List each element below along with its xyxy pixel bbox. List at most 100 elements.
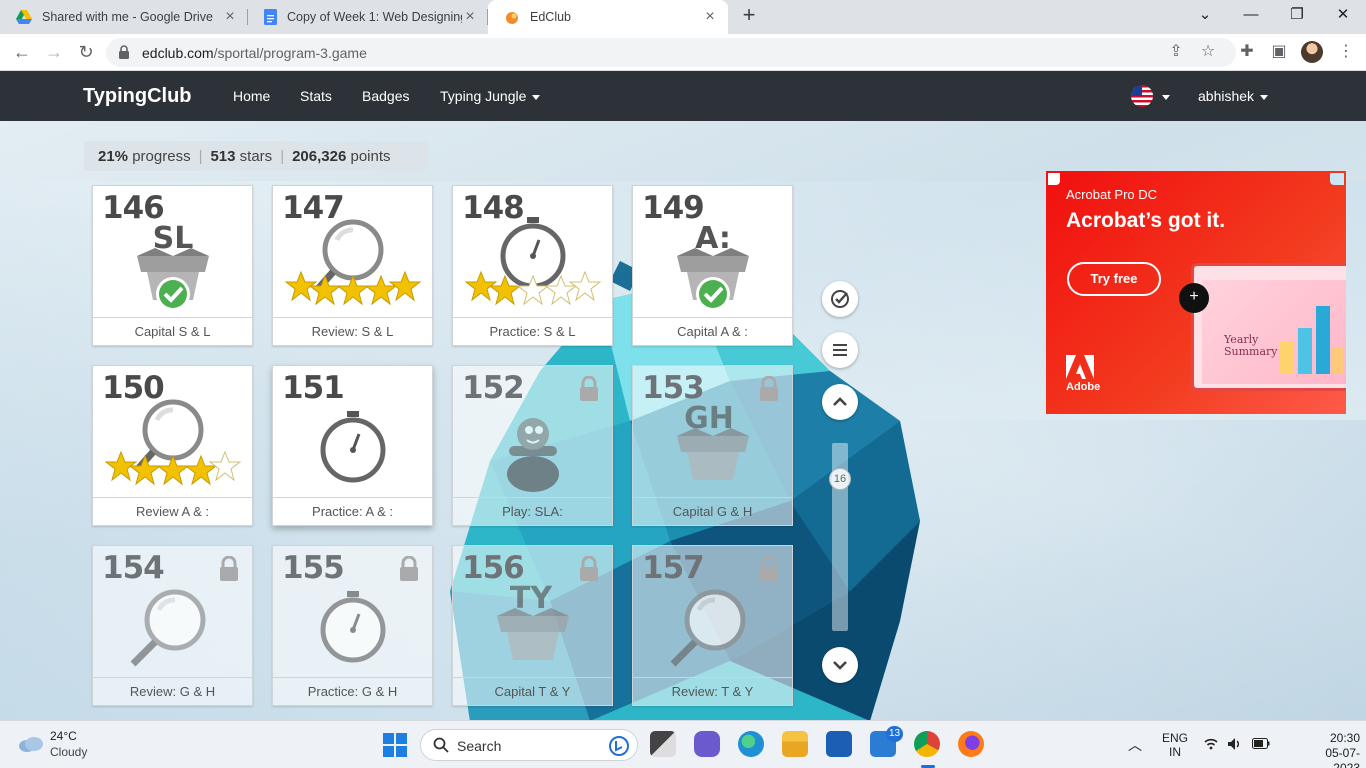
site-logo[interactable]: TypingClub	[83, 85, 192, 108]
bing-icon	[609, 736, 629, 756]
user-menu[interactable]: abhishek	[1198, 88, 1269, 104]
nav-badges[interactable]: Badges	[362, 88, 409, 104]
weather-widget[interactable]: 24°C Cloudy	[18, 729, 108, 761]
firefox-icon[interactable]	[958, 731, 984, 757]
nav-stats[interactable]: Stats	[300, 88, 332, 104]
scroll-up-button[interactable]	[822, 384, 858, 420]
tab-edclub[interactable]: EdClub ×	[488, 0, 728, 34]
new-tab-button[interactable]: +	[737, 4, 761, 28]
username: abhishek	[1198, 88, 1255, 104]
lesson-title: Review: G & H	[93, 677, 252, 705]
lesson-card-146[interactable]: 146 SL Capital S & L	[92, 185, 253, 346]
forward-button[interactable]: →	[41, 39, 67, 65]
box-icon: SL	[137, 221, 209, 311]
points-count: 206,326	[292, 147, 347, 165]
magnifier-stars-icon	[104, 399, 242, 486]
lesson-card-150[interactable]: 150 Review A & :	[92, 365, 253, 526]
scroll-thumb[interactable]: 16	[829, 468, 851, 490]
tab-web-designing[interactable]: Copy of Week 1: Web Designing ×	[248, 0, 488, 34]
site-header: TypingClub Home Stats Badges Typing Jung…	[0, 71, 1366, 121]
side-panel-icon[interactable]: ▣	[1266, 39, 1292, 65]
share-icon[interactable]: ⇪	[1163, 39, 1189, 65]
check-progress-button[interactable]	[822, 281, 858, 317]
back-button[interactable]: ←	[9, 39, 35, 65]
divider: |	[280, 147, 285, 165]
google-docs-icon	[264, 9, 277, 25]
profile-avatar[interactable]	[1301, 41, 1323, 63]
magnifier-icon	[670, 589, 746, 667]
language-dropdown[interactable]	[1156, 88, 1170, 104]
divider: |	[198, 147, 203, 165]
chevron-down-icon	[1162, 94, 1170, 100]
lesson-title: Review: S & L	[273, 317, 432, 345]
lesson-title: Practice: A & :	[273, 497, 432, 525]
main-area: 21% progress | 513 stars | 206,326 point…	[0, 121, 1366, 720]
chrome-icon[interactable]	[914, 731, 940, 757]
tab-google-drive[interactable]: Shared with me - Google Drive ×	[0, 0, 248, 34]
weather-condition: Cloudy	[50, 745, 88, 759]
bar-chart-icon	[1280, 306, 1344, 374]
ad-choices-icon[interactable]	[1330, 173, 1344, 185]
stopwatch-icon	[320, 411, 386, 483]
lesson-title: Capital T & Y	[453, 677, 612, 705]
menu-kebab-icon[interactable]: ⋮	[1333, 39, 1359, 65]
lesson-card-154[interactable]: 154 Review: G & H	[92, 545, 253, 706]
url-text: edclub.com/sportal/program-3.game	[142, 45, 367, 61]
mail-badge: 13	[886, 726, 904, 742]
lesson-card-148[interactable]: 148 Practice: S & L	[452, 185, 613, 346]
lesson-card-149[interactable]: 149 A: Capital A & :	[632, 185, 793, 346]
advertisement[interactable]: Acrobat Pro DC Acrobat’s got it. Try fre…	[1046, 171, 1346, 414]
taskbar-search[interactable]: Search	[420, 729, 638, 761]
us-flag-icon[interactable]	[1131, 85, 1153, 107]
address-bar[interactable]: edclub.com/sportal/program-3.game	[106, 38, 1236, 67]
close-icon[interactable]: ×	[462, 8, 478, 26]
lesson-card-156[interactable]: 156 TY Capital T & Y	[452, 545, 613, 706]
plus-icon: +	[1179, 283, 1209, 313]
windows-start-icon[interactable]	[383, 733, 407, 757]
ad-brand: Adobe	[1066, 381, 1101, 393]
nav-typing-jungle[interactable]: Typing Jungle	[440, 88, 541, 104]
lesson-card-157[interactable]: 157 Review: T & Y	[632, 545, 793, 706]
taskbar: 24°C Cloudy Search 13 ︿ ENG IN 20:30 05-…	[0, 720, 1366, 768]
ad-product: Acrobat Pro DC	[1066, 187, 1158, 202]
scroll-down-button[interactable]	[822, 647, 858, 683]
microsoft-store-icon[interactable]	[826, 731, 852, 757]
reload-button[interactable]: ↻	[73, 39, 99, 65]
adobe-logo-icon	[1066, 355, 1094, 379]
ad-try-free-button[interactable]: Try free	[1067, 262, 1161, 296]
extensions-icon[interactable]: ✚	[1234, 39, 1260, 65]
stopwatch-icon	[320, 591, 386, 663]
task-view-icon[interactable]	[650, 731, 676, 757]
lesson-title: Review A & :	[93, 497, 252, 525]
progress-summary: 21% progress | 513 stars | 206,326 point…	[84, 141, 428, 171]
tab-label: Copy of Week 1: Web Designing	[287, 10, 462, 24]
lesson-card-147[interactable]: 147 Review: S & L	[272, 185, 433, 346]
ad-close-icon[interactable]	[1048, 173, 1060, 185]
close-icon[interactable]: ×	[702, 8, 718, 26]
magnifier-stars-icon	[284, 219, 422, 306]
edge-browser-icon[interactable]	[738, 731, 764, 757]
lesson-card-155[interactable]: 155 Practice: G & H	[272, 545, 433, 706]
weather-temp: 24°C	[50, 729, 77, 743]
minimize-button[interactable]: —	[1228, 0, 1274, 30]
tab-search-chevron-icon[interactable]: ⌄	[1182, 0, 1228, 30]
list-view-button[interactable]	[822, 332, 858, 368]
clock[interactable]: 20:30 05-07-2023	[1310, 731, 1360, 768]
battery-icon[interactable]	[1252, 738, 1270, 749]
close-icon[interactable]: ×	[222, 8, 238, 26]
nav-home[interactable]: Home	[233, 88, 270, 104]
close-window-button[interactable]: ✕	[1320, 0, 1366, 30]
maximize-button[interactable]: ❐	[1274, 0, 1320, 30]
nav-typing-jungle-label: Typing Jungle	[440, 88, 527, 104]
bookmark-star-icon[interactable]: ☆	[1195, 39, 1221, 65]
wifi-icon[interactable]	[1204, 738, 1218, 750]
file-explorer-icon[interactable]	[782, 731, 808, 757]
lesson-card-153[interactable]: 153 GH Capital G & H	[632, 365, 793, 526]
lesson-title: Practice: G & H	[273, 677, 432, 705]
show-hidden-icons-chevron-icon[interactable]: ︿	[1128, 735, 1142, 768]
language-indicator[interactable]: ENG IN	[1162, 731, 1188, 768]
volume-icon[interactable]	[1227, 737, 1243, 751]
teams-chat-icon[interactable]	[694, 731, 720, 757]
lesson-card-151[interactable]: 151 Practice: A & :	[272, 365, 433, 526]
lesson-card-152[interactable]: 152 Play: SLA:	[452, 365, 613, 526]
